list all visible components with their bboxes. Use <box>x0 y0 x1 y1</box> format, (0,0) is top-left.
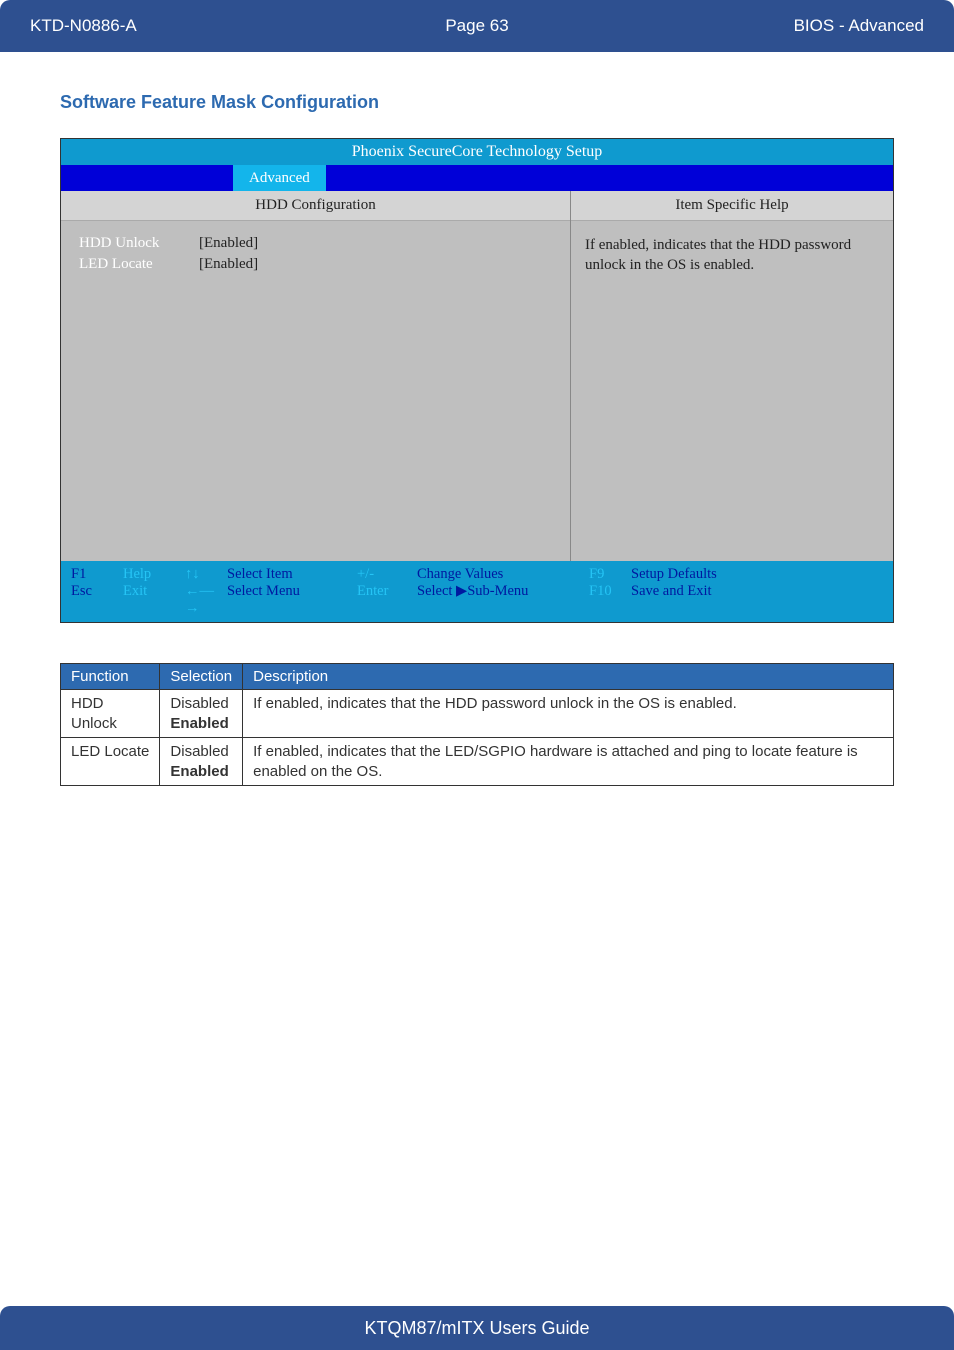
page-header: KTD-N0886-A Page 63 BIOS - Advanced <box>0 0 954 52</box>
setting-value: [Enabled] <box>199 256 258 273</box>
key-setup-defaults: Setup Defaults <box>631 566 717 583</box>
tab-advanced[interactable]: Advanced <box>233 165 326 191</box>
table-row: HDD Unlock Disabled Enabled If enabled, … <box>61 690 894 738</box>
col-description: Description <box>243 664 894 690</box>
key-change-values: Change Values <box>417 566 589 583</box>
bios-body: HDD Configuration HDD Unlock [Enabled] L… <box>61 191 893 561</box>
sel-enabled: Enabled <box>170 715 228 732</box>
content: Software Feature Mask Configuration Phoe… <box>0 52 954 786</box>
footer-text: KTQM87/mITX Users Guide <box>364 1318 589 1339</box>
table-row: LED Locate Disabled Enabled If enabled, … <box>61 738 894 786</box>
bios-key-legend: F1 Help ↑↓ Select Item +/- Change Values… <box>61 561 893 622</box>
cell-function: LED Locate <box>61 738 160 786</box>
key-plusminus: +/- <box>357 566 417 583</box>
key-save-exit: Save and Exit <box>631 583 712 617</box>
setting-value: [Enabled] <box>199 235 258 252</box>
cell-description: If enabled, indicates that the LED/SGPIO… <box>243 738 894 786</box>
key-exit: Exit <box>123 583 185 617</box>
bios-title: Phoenix SecureCore Technology Setup <box>61 139 893 165</box>
table-header-row: Function Selection Description <box>61 664 894 690</box>
function-table: Function Selection Description HDD Unloc… <box>60 663 894 786</box>
doc-id: KTD-N0886-A <box>30 16 310 36</box>
sel-disabled: Disabled <box>170 695 228 712</box>
bios-help-text: If enabled, indicates that the HDD passw… <box>571 221 893 561</box>
setting-label: HDD Unlock <box>79 235 199 252</box>
setting-label: LED Locate <box>79 256 199 273</box>
key-esc: Esc <box>71 583 123 617</box>
key-f1: F1 <box>71 566 123 583</box>
key-updown: ↑↓ <box>185 566 227 583</box>
bios-screenshot: Phoenix SecureCore Technology Setup Adva… <box>60 138 894 623</box>
bios-settings: HDD Unlock [Enabled] LED Locate [Enabled… <box>61 221 570 561</box>
tab-spacer <box>61 165 233 191</box>
bios-left-panel: HDD Configuration HDD Unlock [Enabled] L… <box>61 191 571 561</box>
legend-row: Esc Exit ←—→ Select Menu Enter Select ▶S… <box>71 583 883 617</box>
key-select-submenu: Select ▶Sub-Menu <box>417 583 589 617</box>
cell-function: HDD Unlock <box>61 690 160 738</box>
bios-right-header: Item Specific Help <box>571 191 893 221</box>
bios-tab-bar: Advanced <box>61 165 893 191</box>
key-enter: Enter <box>357 583 417 617</box>
cell-selection: Disabled Enabled <box>160 690 243 738</box>
key-f9: F9 <box>589 566 631 583</box>
key-leftright: ←—→ <box>185 583 227 617</box>
section-title: Software Feature Mask Configuration <box>60 92 894 113</box>
bios-right-panel: Item Specific Help If enabled, indicates… <box>571 191 893 561</box>
col-function: Function <box>61 664 160 690</box>
page-footer: KTQM87/mITX Users Guide <box>0 1306 954 1350</box>
key-help: Help <box>123 566 185 583</box>
setting-row[interactable]: HDD Unlock [Enabled] <box>79 235 552 252</box>
cell-selection: Disabled Enabled <box>160 738 243 786</box>
legend-row: F1 Help ↑↓ Select Item +/- Change Values… <box>71 566 883 583</box>
cell-description: If enabled, indicates that the HDD passw… <box>243 690 894 738</box>
col-selection: Selection <box>160 664 243 690</box>
page-number: Page 63 <box>310 16 644 36</box>
bios-left-header: HDD Configuration <box>61 191 570 221</box>
key-select-menu: Select Menu <box>227 583 357 617</box>
sel-enabled: Enabled <box>170 763 228 780</box>
key-select-item: Select Item <box>227 566 357 583</box>
key-f10: F10 <box>589 583 631 617</box>
sel-disabled: Disabled <box>170 743 228 760</box>
setting-row[interactable]: LED Locate [Enabled] <box>79 256 552 273</box>
header-section: BIOS - Advanced <box>644 16 924 36</box>
